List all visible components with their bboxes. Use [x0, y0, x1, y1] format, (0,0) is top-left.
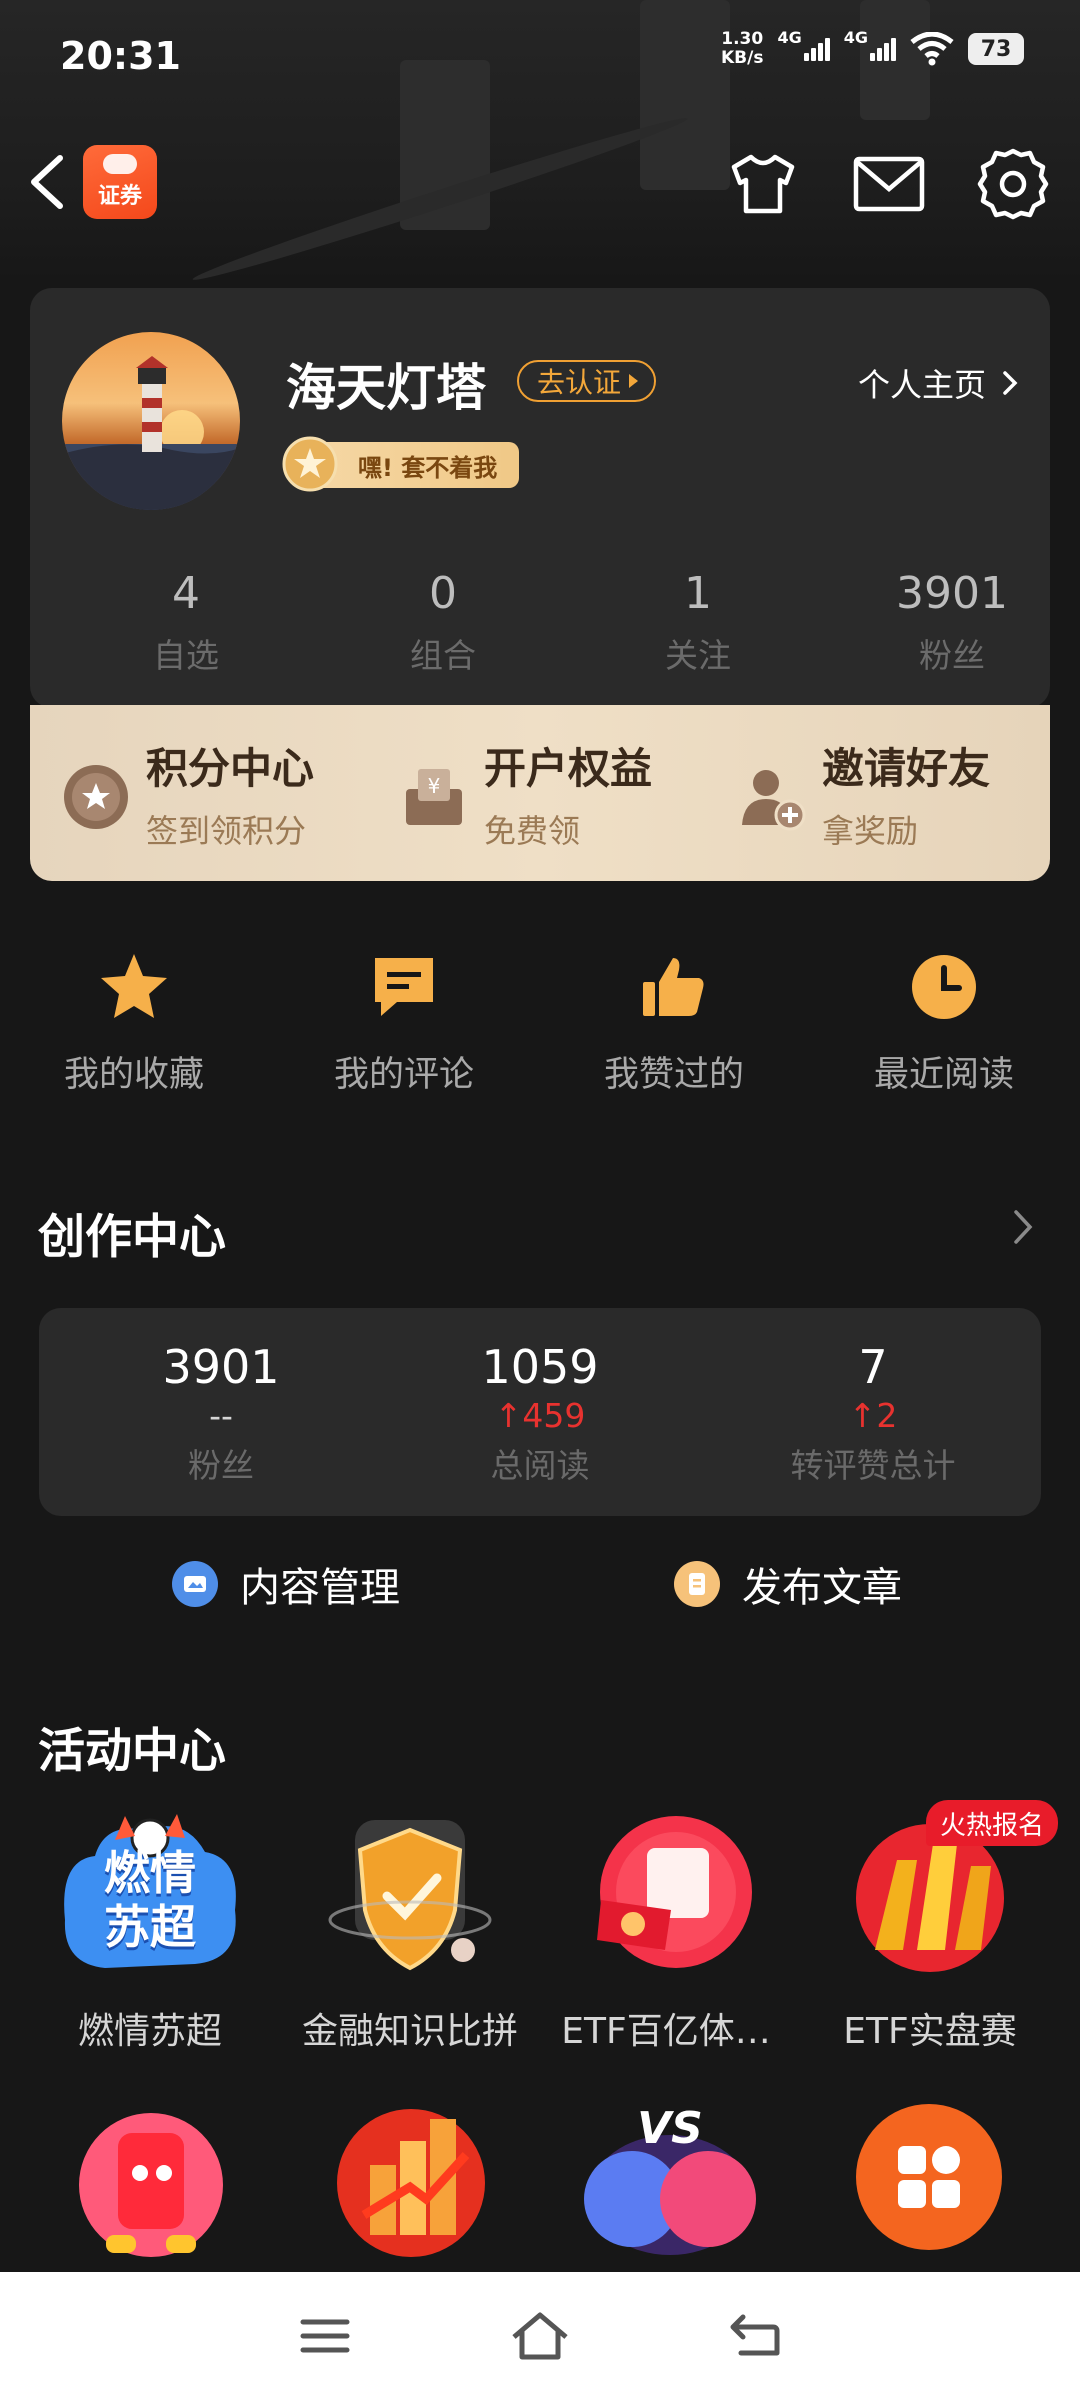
avatar[interactable] — [62, 332, 240, 510]
back-button[interactable] — [22, 150, 72, 214]
money-box-icon: ¥ — [406, 769, 462, 825]
my-likes[interactable]: 我赞过的 — [574, 950, 774, 1097]
svg-text:VS: VS — [637, 2103, 703, 2154]
red-envelope-icon — [571, 1800, 761, 1990]
creator-stat-interactions[interactable]: 7 ↑2 转评赞总计 — [723, 1340, 1023, 1487]
stat-following[interactable]: 1 关注 — [608, 568, 788, 677]
comment-icon — [375, 958, 433, 1016]
stat-followers[interactable]: 3901 粉丝 — [862, 568, 1042, 677]
home-icon[interactable] — [510, 2311, 570, 2361]
status-time: 20:31 — [60, 34, 181, 78]
activity-su-super[interactable]: 燃情 苏超 燃情苏超 — [20, 1800, 280, 2054]
thumbs-up-icon — [643, 958, 704, 1016]
star-icon — [101, 954, 167, 1018]
hot-signup-tag: 火热报名 — [926, 1800, 1059, 1846]
publish-article-icon — [674, 1561, 720, 1607]
my-comments[interactable]: 我的评论 — [304, 950, 504, 1097]
stat-portfolio[interactable]: 0 组合 — [353, 568, 533, 677]
more-activities-button[interactable] — [856, 2104, 1002, 2250]
clock-icon — [912, 955, 976, 1019]
brand-mark-icon — [103, 154, 137, 174]
creator-center-title: 创作中心 — [38, 1210, 226, 1265]
system-nav-bar — [0, 2272, 1080, 2400]
user-add-icon — [742, 770, 806, 831]
gear-icon[interactable] — [974, 145, 1052, 223]
creator-stat-reads[interactable]: 1059 ↑459 总阅读 — [390, 1340, 690, 1487]
username: 海天灯塔 — [286, 359, 486, 417]
activity-etf-100b[interactable]: ETF百亿体… — [536, 1800, 796, 2054]
signal-icon-2: 4G — [844, 28, 896, 61]
my-favorites[interactable]: 我的收藏 — [34, 950, 234, 1097]
wifi-icon — [910, 32, 954, 66]
grid-icon — [898, 2146, 960, 2208]
chevron-right-icon — [1003, 371, 1018, 395]
play-arrow-icon — [629, 374, 639, 388]
benefits-strip: 积分中心 签到领积分 ¥ 开户权益 免费领 邀请好友 拿奖励 — [30, 705, 1050, 881]
homepage-link[interactable]: 个人主页 — [858, 360, 1018, 406]
stat-watchlist[interactable]: 4 自选 — [96, 568, 276, 677]
brand-logo[interactable]: 证券 — [83, 145, 157, 219]
activity-growth-icon[interactable] — [326, 2095, 496, 2265]
creator-chevron-icon[interactable] — [1012, 1208, 1034, 1246]
activity-center-title: 活动中心 — [38, 1724, 226, 1779]
activity-versus-icon[interactable]: VS — [570, 2095, 770, 2265]
activity-finance-quiz[interactable]: 金融知识比拼 — [280, 1800, 540, 2054]
status-icons: 1.30 KB/s 4G 4G 73 — [721, 28, 1024, 68]
shield-icon — [315, 1800, 505, 1990]
publish-article-button[interactable]: 发布文章 — [674, 1555, 902, 1613]
signal-icon: 4G — [777, 28, 830, 61]
back-nav-icon[interactable] — [729, 2313, 781, 2359]
profile-card: 海天灯塔 去认证 个人主页 嘿! 套不着我 4 自选 0 组合 1 关注 3901 粉丝 — [30, 288, 1050, 708]
menu-icon[interactable] — [299, 2316, 351, 2356]
network-speed: 1.30 KB/s — [721, 29, 764, 68]
battery-indicator: 73 — [968, 33, 1024, 65]
invite-friends[interactable]: 邀请好友 拿奖励 — [736, 735, 990, 852]
verify-button[interactable]: 去认证 — [517, 360, 657, 402]
activity-mascot-icon[interactable] — [66, 2095, 236, 2265]
content-manage-button[interactable]: 内容管理 — [172, 1555, 400, 1613]
mail-icon[interactable] — [850, 145, 928, 223]
creator-stats-card: 3901 -- 粉丝 1059 ↑459 总阅读 7 ↑2 转评赞总计 — [39, 1308, 1041, 1516]
lighthouse-image — [62, 356, 240, 510]
points-center[interactable]: 积分中心 签到领积分 — [60, 735, 314, 852]
content-manage-icon — [172, 1561, 218, 1607]
creator-stat-followers[interactable]: 3901 -- 粉丝 — [71, 1340, 371, 1487]
su-super-image: 燃情 苏超 — [55, 1800, 245, 1990]
svg-text:¥: ¥ — [428, 774, 441, 798]
account-benefits[interactable]: ¥ 开户权益 免费领 — [398, 735, 652, 852]
tshirt-icon[interactable] — [724, 145, 802, 223]
star-medal-icon — [282, 436, 338, 492]
recent-reading[interactable]: 最近阅读 — [844, 950, 1044, 1097]
star-coin-icon — [64, 765, 128, 829]
